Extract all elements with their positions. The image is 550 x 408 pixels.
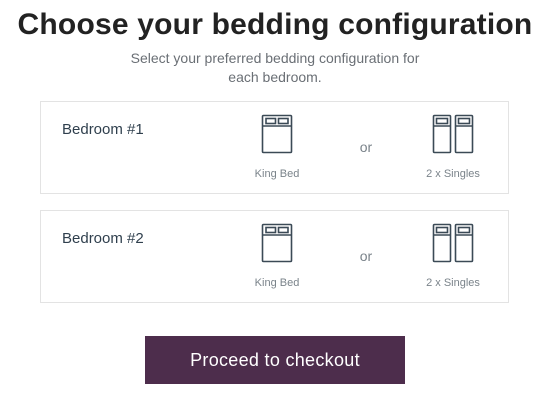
bedroom-title: Bedroom #1 (62, 121, 144, 138)
subtitle-line-2: each bedroom. (228, 69, 322, 85)
twin-beds-icon (432, 223, 474, 263)
option-label: 2 x Singles (426, 168, 480, 180)
option-label: King Bed (254, 277, 300, 289)
twin-beds-option[interactable]: 2 x Singles (408, 114, 498, 180)
twin-beds-icon (432, 114, 474, 154)
option-label: 2 x Singles (426, 277, 480, 289)
bedroom-card-2: Bedroom #2 King Bed or 2 x Singles (40, 210, 509, 303)
king-bed-option[interactable]: King Bed (232, 223, 322, 289)
page-title: Choose your bedding configuration (17, 8, 533, 41)
subtitle-line-1: Select your preferred bedding configurat… (130, 50, 420, 66)
proceed-to-checkout-button[interactable]: Proceed to checkout (145, 336, 405, 384)
or-label: or (359, 248, 373, 264)
bedroom-title: Bedroom #2 (62, 230, 144, 247)
bedroom-card-1: Bedroom #1 King Bed or 2 x Singles (40, 101, 509, 194)
twin-beds-option[interactable]: 2 x Singles (408, 223, 498, 289)
king-bed-option[interactable]: King Bed (232, 114, 322, 180)
king-bed-icon (261, 223, 293, 263)
option-label: King Bed (254, 168, 300, 180)
page-subtitle: Select your preferred bedding configurat… (95, 49, 455, 87)
king-bed-icon (261, 114, 293, 154)
or-label: or (359, 139, 373, 155)
